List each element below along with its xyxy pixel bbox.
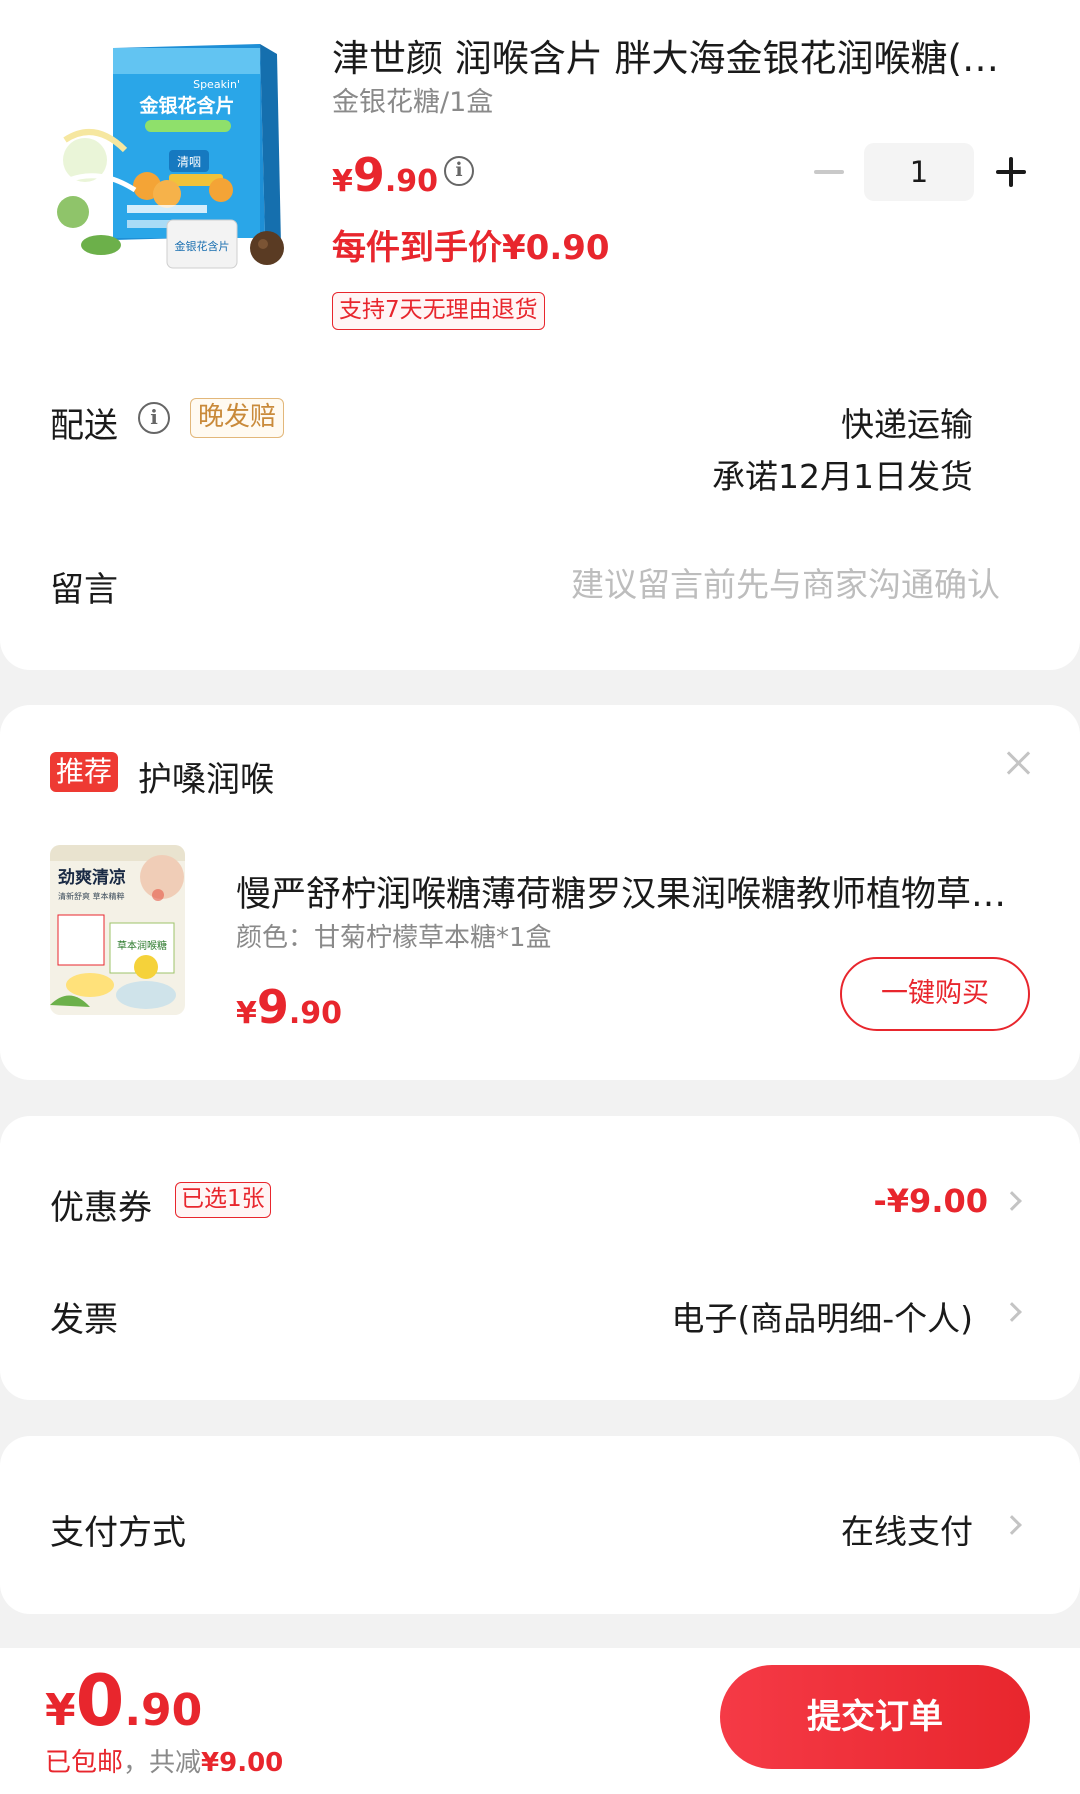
message-label: 留言 <box>50 570 118 610</box>
recommend-price-decimal: .90 <box>288 996 343 1031</box>
recommend-badge: 推荐 <box>50 752 119 792</box>
payment-method-value[interactable]: 在线支付 <box>841 1505 973 1553</box>
quantity-input[interactable]: 1 <box>864 143 974 201</box>
close-icon[interactable] <box>1004 748 1034 778</box>
price-symbol: ¥ <box>332 164 353 199</box>
product-image-sub: 清咽 <box>177 155 201 169</box>
free-shipping-text: 已包邮 <box>45 1748 124 1778</box>
recommend-price-symbol: ¥ <box>236 996 257 1031</box>
discount-card <box>0 1116 1080 1400</box>
net-price: 每件到手价¥0.90 <box>332 228 610 268</box>
shipping-summary: 已包邮，共减¥9.00 <box>45 1742 283 1779</box>
quantity-decrease-button[interactable] <box>812 152 846 192</box>
one-click-buy-button[interactable]: 一键购买 <box>840 957 1030 1031</box>
return-policy-badge: 支持7天无理由退货 <box>332 292 545 330</box>
recommend-image-box: 草本润喉糖 <box>117 939 167 952</box>
late-delivery-badge[interactable]: 晚发赔 <box>190 398 285 438</box>
recommend-product-price: ¥ 9 .90 <box>236 980 342 1034</box>
recommend-product-image[interactable]: 劲爽清凉 清新舒爽 草本精粹 草本润喉糖 <box>50 845 185 1015</box>
message-input[interactable] <box>520 560 1000 608</box>
submit-order-button[interactable]: 提交订单 <box>720 1665 1030 1769</box>
recommend-product-spec: 颜色：甘菊柠檬草本糖*1盒 <box>236 923 552 953</box>
product-price: ¥ 9 .90 <box>332 148 438 202</box>
recommend-image-sub: 清新舒爽 草本精粹 <box>58 891 125 901</box>
recommend-title: 护嗓润喉 <box>138 760 274 800</box>
saved-prefix: ，共减 <box>123 1748 202 1778</box>
saved-amount: ¥9.00 <box>201 1748 284 1778</box>
invoice-value[interactable]: 电子(商品明细-个人) <box>671 1292 973 1340</box>
product-title[interactable]: 津世颜 润喉含片 胖大海金银花润喉糖(非… <box>332 28 1022 82</box>
delivery-promise: 承诺12月1日发货 <box>712 457 973 496</box>
total-integer: 0 <box>75 1660 125 1742</box>
total-symbol: ¥ <box>45 1685 76 1736</box>
product-spec: 金银花糖/1盒 <box>332 87 494 118</box>
quantity-increase-button[interactable] <box>994 152 1028 192</box>
total-price: ¥ 0 .90 <box>45 1660 202 1742</box>
invoice-label[interactable]: 发票 <box>50 1292 118 1341</box>
delivery-method[interactable]: 快递运输 <box>841 398 973 446</box>
product-image[interactable]: Speakin' 金银花含片 清咽 金银花含片 <box>55 40 300 290</box>
product-image-name: 金银花含片 <box>138 94 234 117</box>
recommend-image-headline: 劲爽清凉 <box>57 867 126 888</box>
recommend-product-name[interactable]: 慢严舒柠润喉糖薄荷糖罗汉果润喉糖教师植物草… <box>236 866 1036 917</box>
payment-method-label[interactable]: 支付方式 <box>50 1505 186 1554</box>
order-item-card: Speakin' 金银花含片 清咽 金银花含片 津世颜 润喉含片 胖大海金银花润… <box>0 0 1080 670</box>
price-integer: 9 <box>352 148 385 202</box>
coupon-label[interactable]: 优惠券 <box>50 1180 152 1229</box>
product-image-brand: Speakin' <box>193 78 240 91</box>
total-decimal: .90 <box>124 1685 203 1736</box>
recommend-price-integer: 9 <box>256 980 289 1034</box>
delivery-info-icon[interactable]: i <box>138 402 170 434</box>
delivery-label: 配送 <box>50 406 118 446</box>
price-info-icon[interactable]: i <box>444 156 474 186</box>
coupon-value[interactable]: -¥9.00 <box>874 1182 989 1220</box>
price-decimal: .90 <box>384 164 439 199</box>
coupon-selected-badge: 已选1张 <box>175 1182 271 1218</box>
product-image-candy-label: 金银花含片 <box>175 239 230 253</box>
